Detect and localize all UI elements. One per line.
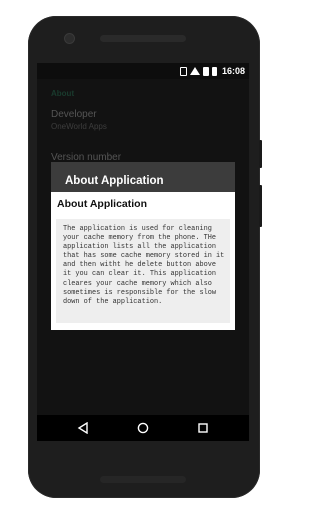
about-message-text: The application is used for cleaning you…	[63, 225, 225, 306]
outer-dialog-title: About Application	[65, 175, 164, 187]
battery-icon	[211, 66, 217, 76]
status-bar: 16:08	[37, 63, 249, 79]
message-box: The application is used for cleaning you…	[56, 219, 230, 323]
earpiece-speaker	[100, 35, 186, 42]
recents-icon[interactable]	[197, 422, 209, 434]
front-camera	[64, 33, 75, 44]
navigation-bar	[37, 415, 249, 441]
bottom-speaker	[100, 476, 186, 483]
back-icon[interactable]	[77, 422, 89, 434]
status-time: 16:08	[221, 66, 245, 76]
vibrate-icon	[179, 66, 187, 76]
about-dialog-title: About Application	[57, 198, 148, 210]
volume-button	[259, 185, 262, 227]
power-button	[259, 140, 262, 168]
about-dialog: About Application The application is use…	[51, 192, 235, 330]
wifi-icon	[189, 67, 200, 75]
screen: 16:08 About Developer OneWorld Apps Vers…	[37, 63, 249, 441]
home-icon[interactable]	[137, 422, 149, 434]
sim-icon	[202, 66, 209, 76]
status-icons: 16:08	[179, 65, 245, 77]
outer-dialog: About Application	[51, 162, 235, 194]
